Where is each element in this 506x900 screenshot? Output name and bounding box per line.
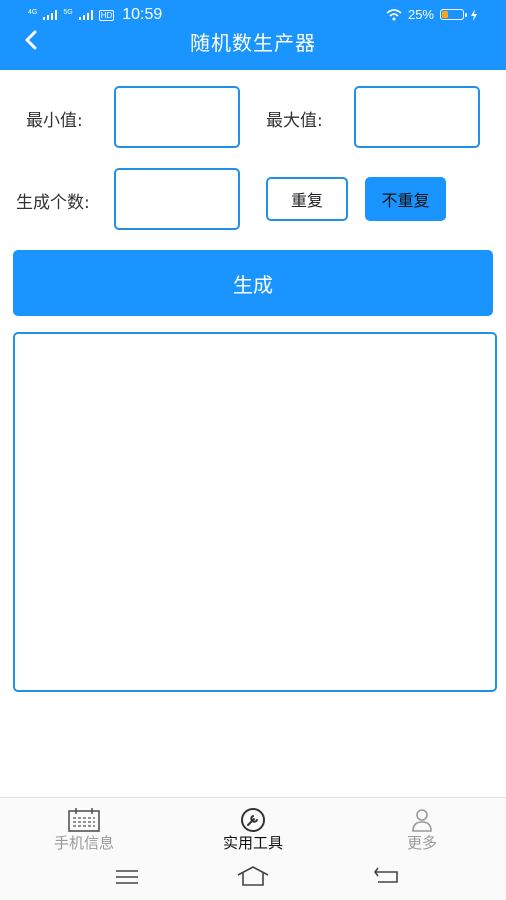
min-value-input[interactable] — [114, 86, 240, 148]
signal-icon — [43, 10, 58, 20]
count-label: 生成个数: — [16, 193, 90, 213]
tab-tools[interactable]: 实用工具 — [169, 798, 337, 858]
menu-icon[interactable] — [114, 867, 140, 887]
repeat-button[interactable]: 重复 — [266, 177, 348, 221]
home-icon[interactable] — [236, 865, 270, 887]
wifi-icon — [386, 8, 402, 20]
max-value-input[interactable] — [354, 86, 480, 148]
charging-icon — [471, 8, 477, 21]
person-icon — [412, 809, 432, 832]
status-bar: 4G 5G HD 10:59 25% — [0, 0, 506, 30]
signal-icon — [78, 10, 93, 20]
battery-percent: 25% — [407, 7, 434, 22]
page-title: 随机数生产器 — [190, 31, 316, 55]
count-input[interactable] — [114, 168, 240, 230]
max-value-label: 最大值: — [266, 111, 323, 131]
tab-phone-info[interactable]: 手机信息 — [0, 798, 168, 858]
status-time: 10:59 — [122, 6, 163, 23]
battery-icon — [440, 9, 467, 20]
tab-more[interactable]: 更多 — [338, 798, 506, 858]
calendar-icon — [68, 808, 100, 832]
network-4g-indicator: 4G — [28, 9, 38, 16]
no-repeat-button[interactable]: 不重复 — [365, 177, 446, 221]
system-nav-bar — [0, 857, 506, 900]
hd-voice-indicator: HD — [98, 9, 115, 21]
result-textarea[interactable] — [13, 332, 497, 692]
network-5g-indicator: 5G — [63, 9, 73, 16]
min-value-label: 最小值: — [26, 111, 83, 131]
back-nav-icon[interactable] — [372, 866, 400, 886]
wrench-icon — [241, 808, 265, 832]
tab-label: 更多 — [406, 834, 437, 852]
tab-label: 手机信息 — [53, 834, 114, 852]
tab-label: 实用工具 — [222, 834, 283, 852]
generate-button[interactable]: 生成 — [13, 250, 493, 316]
app-header: 4G 5G HD 10:59 25% 随机数生产器 — [0, 0, 506, 70]
bottom-tab-bar: 手机信息 实用工具 更多 — [0, 797, 506, 858]
